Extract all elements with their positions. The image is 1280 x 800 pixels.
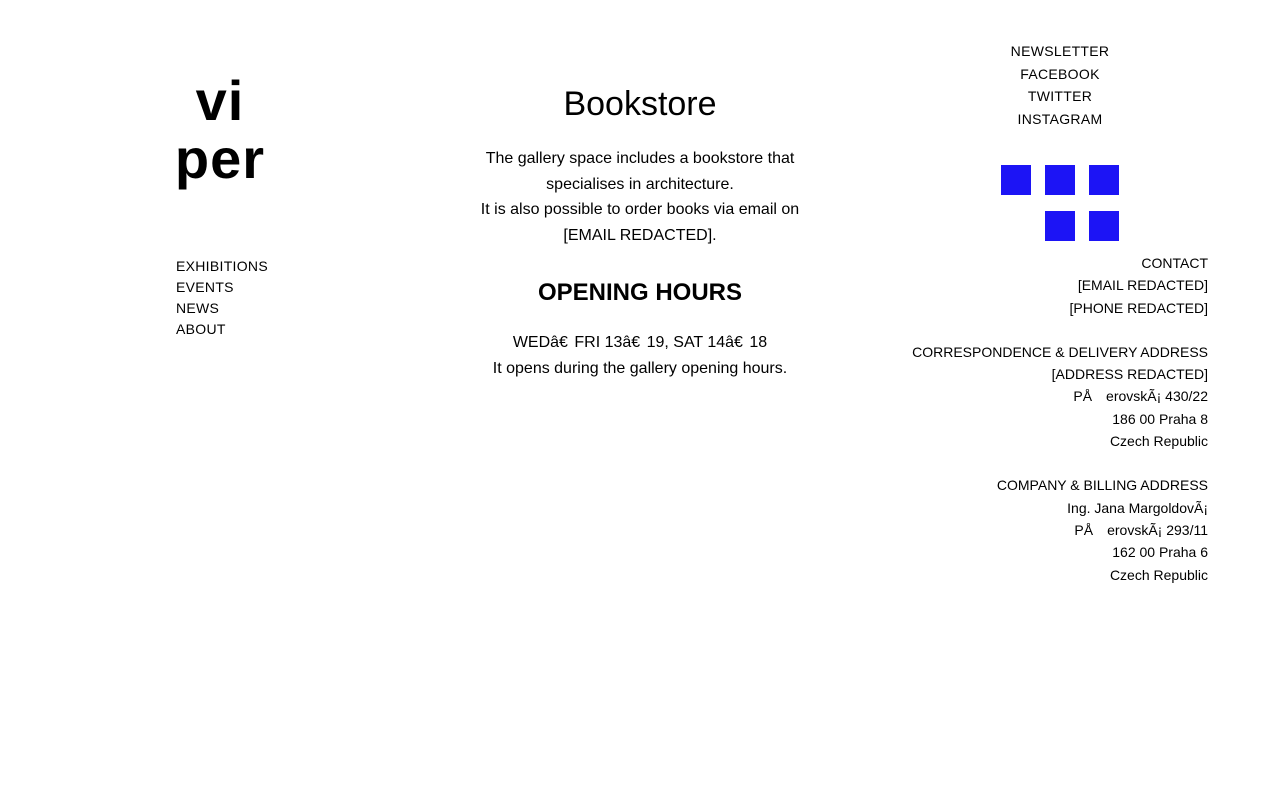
contact-heading: CONTACT [1141,255,1208,271]
address-line: Czech Republic [1109,433,1208,450]
logo[interactable]: vi per [160,72,280,188]
correspondence-heading: CORRESPONDENCE & DELIVERY ADDRESS [912,343,1208,360]
description-line: The gallery space includes a bookstore t… [485,150,795,167]
instagram-link[interactable]: INSTAGRAM [990,108,1130,131]
social-icon-3[interactable] [1089,165,1119,195]
address-line: PÅ erovskÃ¡ 293/11 [1074,521,1208,538]
social-icon-5[interactable] [1089,211,1119,241]
facebook-link[interactable]: FACEBOOK [990,63,1130,86]
opening-hours: WEDâ€ FRI 13â€ 19, SAT 14â€ 18 It opens … [460,330,820,382]
billing-heading: COMPANY & BILLING ADDRESS [996,477,1208,494]
nav-item-about[interactable]: ABOUT [176,319,268,340]
nav-item-news[interactable]: NEWS [176,298,268,319]
twitter-link[interactable]: TWITTER [990,85,1130,108]
description-line: specialises in architecture. [546,175,734,193]
address-line: 186 00 Praha 8 [1112,410,1208,427]
page: vi per EXHIBITIONS EVENTS NEWS ABOUT Boo… [0,0,1280,800]
description-line: It is also possible to order books via e… [480,201,800,218]
newsletter-link[interactable]: NEWSLETTER [990,40,1130,63]
contact-phone[interactable]: [PHONE REDACTED] [880,297,1208,319]
correspondence-address: CORRESPONDENCE & DELIVERY ADDRESS [ADDRE… [880,341,1208,452]
address-line: PÅ erovskÃ¡ 430/22 [1073,388,1208,405]
nav-item-events[interactable]: EVENTS [176,277,268,298]
logo-line-1: vi [195,69,245,132]
hours-line: WEDâ€ FRI 13â€ 19, SAT 14â€ 18 [512,334,768,351]
bookstore-description: The gallery space includes a bookstore t… [460,146,820,248]
nav-item-exhibitions[interactable]: EXHIBITIONS [176,256,268,277]
billing-address: COMPANY & BILLING ADDRESS Ing. Jana Marg… [880,474,1208,585]
opening-hours-heading: OPENING HOURS [537,279,743,306]
contact-block: CONTACT [EMAIL REDACTED] [PHONE REDACTED… [880,252,1208,319]
description-line: [EMAIL REDACTED]. [563,226,717,244]
address-line: [ADDRESS REDACTED] [1051,366,1208,383]
logo-line-2: per [174,127,266,190]
contact-email[interactable]: [EMAIL REDACTED] [880,274,1208,296]
social-icon-2[interactable] [1045,165,1075,195]
address-line: Ing. Jana MargoldovÃ¡ [1067,499,1208,516]
hours-line: It opens during the gallery opening hour… [492,360,788,377]
main-nav: EXHIBITIONS EVENTS NEWS ABOUT [176,256,268,340]
social-icon-1[interactable] [1001,165,1031,195]
social-links: NEWSLETTER FACEBOOK TWITTER INSTAGRAM [990,40,1130,130]
main-content: Bookstore The gallery space includes a b… [460,82,820,382]
address-line: 162 00 Praha 6 [1112,544,1208,561]
address-line: Czech Republic [1109,566,1208,583]
contact-section: CONTACT [EMAIL REDACTED] [PHONE REDACTED… [880,252,1208,608]
page-title: Bookstore [563,85,717,123]
social-icon-4[interactable] [1045,211,1075,241]
